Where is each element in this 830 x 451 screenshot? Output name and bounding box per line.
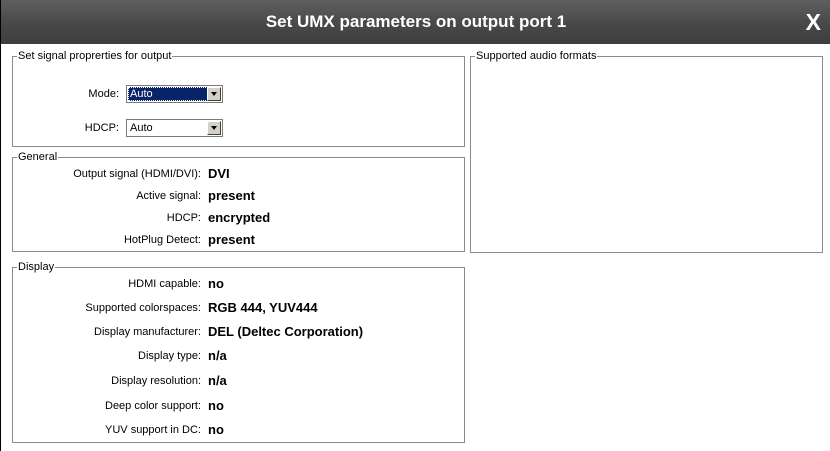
hotplug-detect-label: HotPlug Detect: [123,234,201,246]
hdcp-status-label: HDCP: [166,212,201,224]
deep-color-value: no [208,398,224,413]
dialog-title: Set UMX parameters on output port 1 [265,12,567,31]
general-group: General Output signal (HDMI/DVI): DVI Ac… [12,151,465,252]
close-button[interactable]: X [806,0,821,44]
signal-properties-group: Set signal proprerties for output Mode: … [12,50,465,147]
manufacturer-value: DEL (Deltec Corporation) [208,324,364,339]
display-type-label: Display type: [138,350,201,362]
audio-formats-group: Supported audio formats [470,50,823,253]
active-signal-label: Active signal: [136,190,201,202]
yuv-support-label: YUV support in DC: [105,424,201,436]
audio-formats-legend: Supported audio formats [475,50,598,63]
chevron-down-icon[interactable] [207,87,221,101]
hdcp-status-value: encrypted [208,210,271,225]
signal-properties-legend: Set signal proprerties for output [17,50,173,63]
display-type-value: n/a [208,348,227,363]
deep-color-label: Deep color support: [105,400,201,412]
display-resolution-label: Display resolution: [111,375,201,387]
colorspaces-value: RGB 444, YUV444 [208,300,318,315]
output-signal-value: DVI [208,166,230,181]
manufacturer-label: Display manufacturer: [94,326,201,338]
mode-label: Mode: [88,88,119,100]
hdcp-select[interactable]: Auto [126,119,223,137]
display-legend: Display [17,261,56,274]
active-signal-value: present [208,188,255,203]
mode-select-value: Auto [128,87,210,101]
display-resolution-value: n/a [208,373,227,388]
dialog-window: Set UMX parameters on output port 1 X Se… [0,0,830,451]
output-signal-label: Output signal (HDMI/DVI): [73,168,201,180]
hdcp-select-label: HDCP: [84,122,119,134]
hdcp-select-value: Auto [130,122,153,134]
hdmi-capable-value: no [208,276,224,291]
chevron-down-icon[interactable] [207,121,221,135]
hotplug-detect-value: present [208,232,255,247]
display-group: Display HDMI capable: no Supported color… [12,261,465,443]
mode-select[interactable]: Auto [126,85,223,103]
hdmi-capable-label: HDMI capable: [128,278,201,290]
colorspaces-label: Supported colorspaces: [85,302,201,314]
title-bar: Set UMX parameters on output port 1 X [1,0,830,44]
general-legend: General [17,151,59,164]
yuv-support-value: no [208,422,224,437]
